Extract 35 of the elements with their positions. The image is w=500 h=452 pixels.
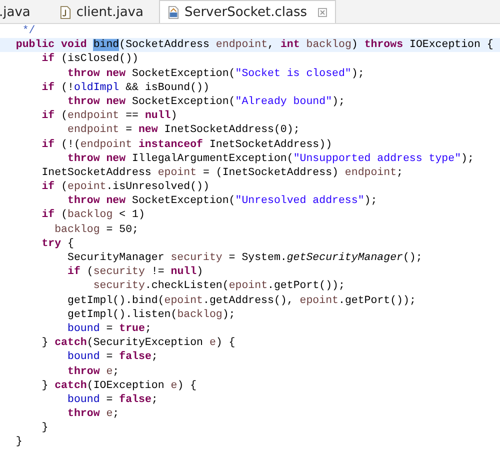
code-line: bound = true; xyxy=(66,322,152,336)
code-line: if (!(endpoint instanceof InetSocketAddress)) xyxy=(40,138,334,152)
java-file-icon xyxy=(60,6,72,18)
editor-tab[interactable]: ServerSocket.class xyxy=(159,0,336,23)
code-line: throw e; xyxy=(66,407,120,422)
code-line: if (security != null) xyxy=(66,265,204,280)
code-line: if (isClosed()) xyxy=(40,52,140,67)
close-icon[interactable] xyxy=(318,8,328,16)
code-line: getImpl().bind(epoint.getAddress(), epoint.getPort()); xyxy=(66,294,417,308)
editor-tab[interactable]: client.java xyxy=(60,1,152,23)
code-line: getImpl().listen(backlog); xyxy=(66,308,236,322)
code-line: if (endpoint == null) xyxy=(40,109,178,124)
code-line: bound = false; xyxy=(66,392,159,408)
code-line: throw new SocketException("Socket is closed"); xyxy=(66,66,366,81)
code-line: throw new IllegalArgumentException("Unsupported address type"); xyxy=(66,152,475,166)
code-line: } catch(SecurityException e) { xyxy=(40,336,236,350)
code-line: throw e; xyxy=(66,364,120,379)
class-file-icon xyxy=(168,6,180,18)
code-line: try { xyxy=(40,236,75,251)
code-line: } xyxy=(40,421,50,436)
editor-tab[interactable]: .java xyxy=(0,1,38,23)
code-line: if (!oldImpl && isBound()) xyxy=(40,80,210,95)
code-line: } catch(IOException e) { xyxy=(40,378,198,393)
code-line: */ xyxy=(21,24,36,38)
code-line: if (epoint.isUnresolved()) xyxy=(40,180,210,194)
code-line: backlog = 50; xyxy=(54,222,140,237)
code-line: throw new SocketException("Already bound"); xyxy=(66,94,346,110)
code-line: if (backlog < 1) xyxy=(40,208,146,223)
code-line: SecurityManager security = System.getSecurityManager(); xyxy=(66,251,424,266)
code-line: } xyxy=(14,435,24,450)
code-line: InetSocketAddress epoint = (InetSocketAddress) endpoint; xyxy=(40,166,404,180)
code-line: throw new SocketException("Unresolved address"); xyxy=(66,194,378,208)
code-line: security.checkListen(epoint.getPort()); xyxy=(92,279,346,294)
code-line: endpoint = new InetSocketAddress(0); xyxy=(66,123,301,138)
code-line: bound = false; xyxy=(66,350,159,364)
